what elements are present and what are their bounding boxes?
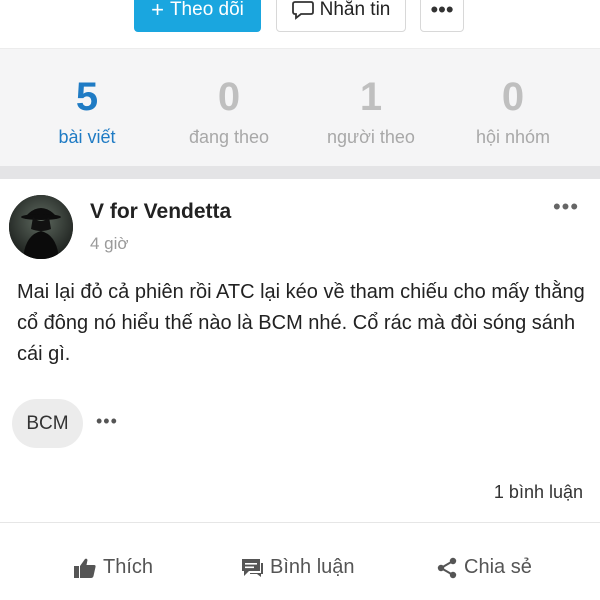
chat-bubble-icon — [291, 1, 314, 20]
more-icon: ••• — [430, 0, 454, 22]
message-label: Nhắn tin — [319, 0, 391, 20]
plus-icon: + — [151, 0, 164, 22]
profile-more-button[interactable]: ••• — [420, 0, 464, 32]
comment-button[interactable]: Bình luận — [240, 556, 355, 579]
stat-value: 0 — [501, 75, 525, 119]
stat-followers[interactable]: 1 người theo — [296, 49, 446, 148]
like-label: Thích — [103, 556, 154, 578]
post-card: V for Vendetta 4 giờ ••• Mai lại đỏ cả p… — [0, 179, 600, 600]
comment-icon — [242, 558, 263, 577]
comment-count[interactable]: 1 bình luận — [494, 482, 583, 503]
stat-value: 5 — [75, 75, 99, 119]
follow-label: Theo dõi — [169, 0, 244, 20]
avatar-image — [9, 195, 73, 259]
section-divider — [0, 166, 600, 179]
more-icon: ••• — [552, 194, 580, 219]
stat-following[interactable]: 0 đang theo — [154, 49, 304, 148]
post-time: 4 giờ — [90, 234, 129, 253]
comment-label: Bình luận — [270, 556, 355, 578]
stat-value: 0 — [217, 75, 241, 119]
divider — [0, 522, 600, 523]
post-content: Mai lại đỏ cả phiên rồi ATC lại kéo về t… — [17, 281, 585, 365]
post-options-button[interactable]: ••• — [548, 194, 584, 219]
stat-label: hội nhóm — [475, 127, 551, 147]
avatar[interactable] — [9, 195, 73, 259]
profile-stats: 5 bài viết 0 đang theo 1 người theo 0 hộ… — [0, 48, 600, 166]
stat-label: người theo — [327, 127, 415, 147]
share-label: Chia sẻ — [464, 556, 532, 578]
share-icon — [437, 557, 457, 578]
stat-label: đang theo — [188, 127, 270, 147]
stat-groups[interactable]: 0 hội nhóm — [438, 49, 588, 148]
stat-label: bài viết — [58, 127, 116, 147]
reaction-bar: Thích Bình luận Chia sẻ — [0, 536, 600, 600]
stat-value: 1 — [359, 75, 383, 119]
stat-posts[interactable]: 5 bài viết — [12, 49, 162, 148]
share-button[interactable]: Chia sẻ — [436, 556, 532, 579]
post-author[interactable]: V for Vendetta — [90, 200, 231, 224]
message-button[interactable]: Nhắn tin — [276, 0, 406, 32]
stock-tag[interactable]: BCM — [12, 399, 83, 448]
like-button[interactable]: Thích — [73, 556, 153, 579]
follow-button[interactable]: + Theo dõi — [134, 0, 261, 32]
profile-action-bar: + Theo dõi Nhắn tin ••• — [0, 0, 600, 48]
tag-more-button[interactable]: ••• — [96, 411, 118, 432]
thumbs-up-icon — [74, 558, 96, 578]
